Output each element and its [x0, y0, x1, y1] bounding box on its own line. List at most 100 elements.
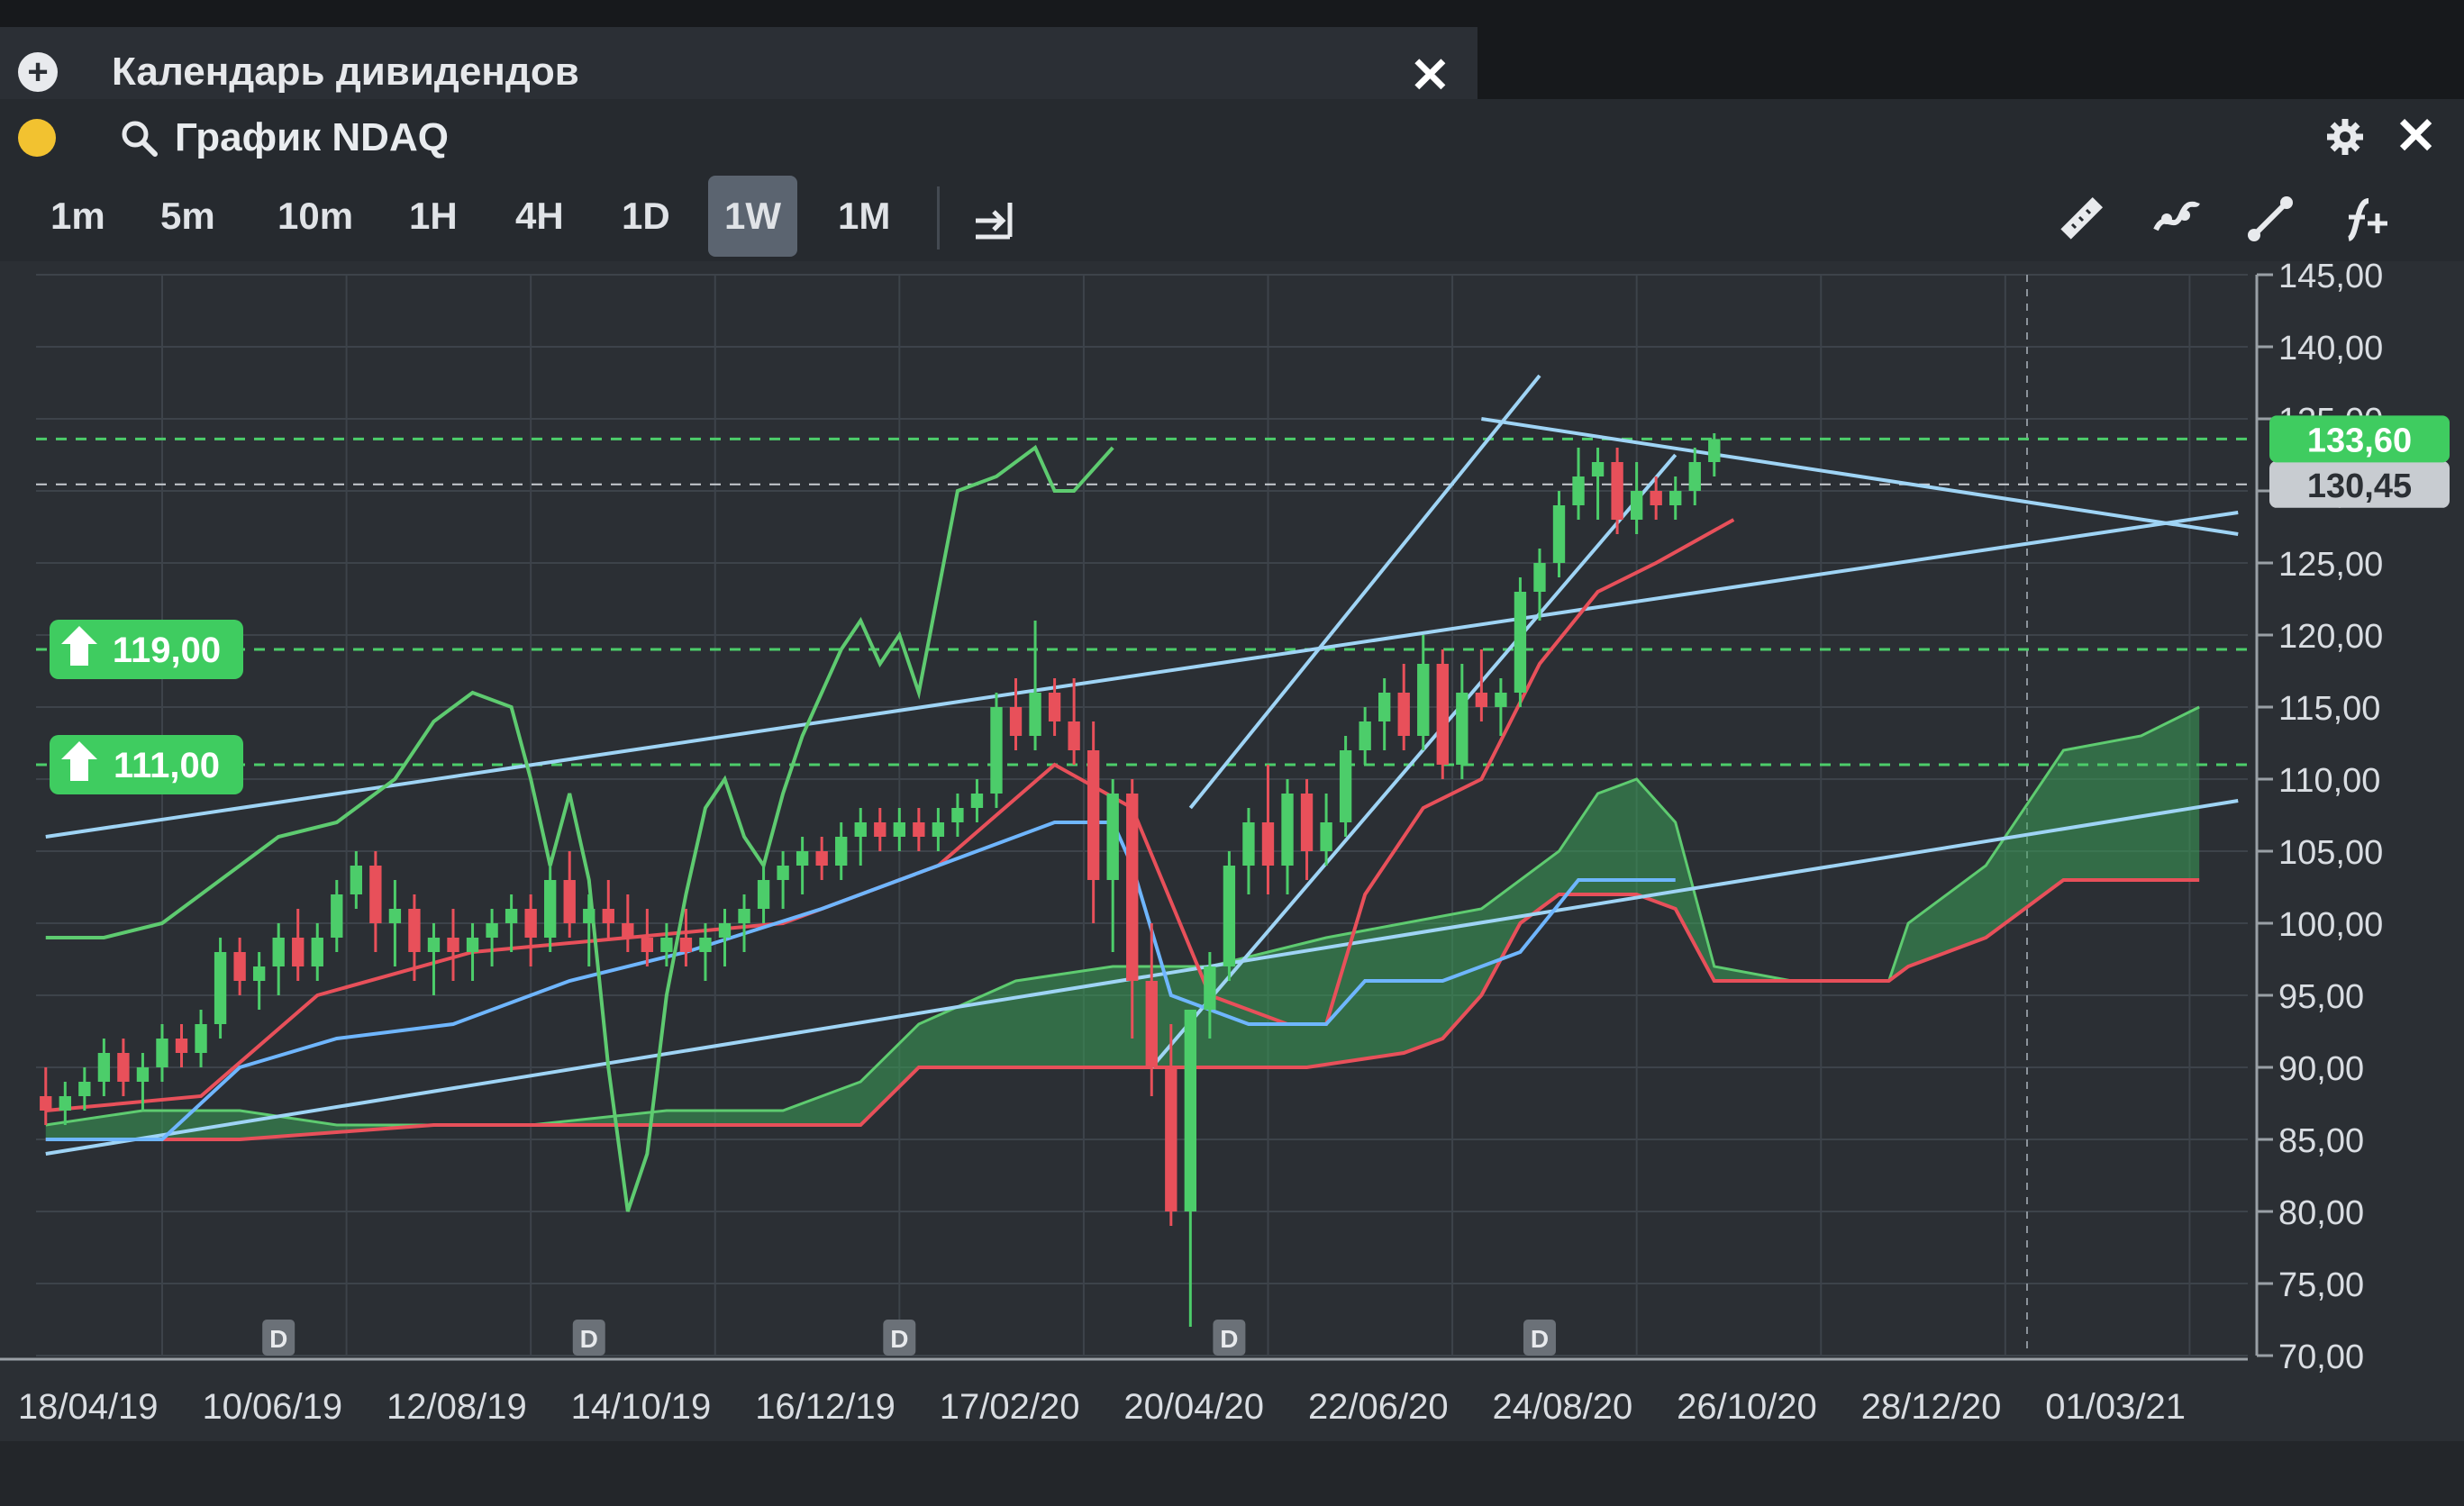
indicator-line [45, 518, 1735, 1112]
y-tick-label: 90,00 [2278, 1050, 2364, 1088]
y-tick-label: 125,00 [2278, 546, 2383, 584]
timeframe-1m[interactable]: 1m [34, 176, 122, 257]
timeframe-1mo[interactable]: 1M [822, 176, 906, 257]
candle-body [660, 938, 673, 952]
candle-body [1591, 462, 1605, 476]
y-tick-label: 80,00 [2278, 1194, 2364, 1232]
candle-body [622, 923, 634, 938]
candle-body [854, 822, 867, 837]
candle-body [1669, 491, 1682, 505]
candle-body [59, 1096, 71, 1111]
candle-body [1281, 794, 1294, 866]
candle-body [583, 909, 596, 923]
price-chart[interactable]: D D D D D 18/04/19 10/06/19 12/08/19 14/10/19 16… [0, 258, 2464, 1441]
timeframe-1w[interactable]: 1W [708, 176, 797, 257]
x-tick-label: 14/10/19 [571, 1387, 712, 1427]
candle-body [1261, 822, 1275, 866]
gear-icon[interactable] [2325, 117, 2365, 157]
candle-body [1165, 1067, 1177, 1211]
close-icon[interactable]: ✕ [2395, 106, 2437, 166]
x-tick-label: 26/10/20 [1677, 1387, 1817, 1427]
widget-header: График NDAQ ✕ [0, 99, 2464, 176]
x-tick-label: 24/08/20 [1493, 1387, 1633, 1427]
candle-body [214, 952, 227, 1024]
candle-body [233, 952, 246, 981]
timeframe-4h[interactable]: 4H [499, 176, 580, 257]
x-tick-label: 28/12/20 [1861, 1387, 2002, 1427]
dividend-marker-label: D [580, 1325, 598, 1353]
candle-body [1242, 822, 1255, 866]
y-tick-label: 115,00 [2278, 690, 2380, 728]
price-tags: 130,45 133,60 119,00 111,00 [50, 415, 2450, 794]
chart-toolbar: 1m 5m 10m 1H 4H 1D 1W 1M [0, 176, 2464, 261]
candle-body [1650, 491, 1662, 505]
timeframe-5m[interactable]: 5m [144, 176, 232, 257]
candle-body [331, 894, 343, 938]
tab-title: Календарь дивидендов [112, 50, 579, 94]
candle-body [1514, 592, 1527, 693]
function-add-icon[interactable] [2338, 192, 2392, 246]
candle-body [78, 1082, 91, 1096]
close-icon[interactable]: ✕ [1410, 47, 1450, 104]
alert-tag-label: 119,00 [113, 631, 221, 670]
x-tick-label: 20/04/20 [1123, 1387, 1264, 1427]
candle-body [1223, 866, 1236, 966]
timeframe-10m[interactable]: 10m [261, 176, 369, 257]
indicators-icon[interactable] [2149, 192, 2203, 246]
candle-body [1495, 693, 1507, 707]
price-levels [36, 437, 2248, 767]
candle-body [1126, 794, 1139, 981]
candle-body [951, 808, 964, 822]
candle-body [388, 909, 402, 923]
timeframe-1d[interactable]: 1D [605, 176, 686, 257]
candle-body [815, 851, 828, 866]
candle-body [40, 1096, 52, 1111]
candle-body [427, 938, 441, 952]
candle-body [544, 880, 557, 938]
y-tick-label: 70,00 [2278, 1338, 2364, 1376]
dividend-marker-label: D [1220, 1325, 1238, 1353]
y-tick-label: 110,00 [2278, 762, 2380, 800]
alert-tag-label: 111,00 [114, 746, 220, 785]
candle-body [835, 837, 848, 866]
trendline-icon[interactable] [2243, 192, 2297, 246]
candle-body [1145, 981, 1158, 1067]
candles [40, 433, 1721, 1327]
candle-body [486, 923, 498, 938]
status-dot [18, 118, 56, 157]
arrow-to-end-icon[interactable] [968, 192, 1023, 246]
candle-body [175, 1039, 188, 1053]
candle-body [97, 1053, 111, 1082]
search-icon[interactable] [119, 118, 159, 158]
candle-body [1397, 693, 1410, 736]
candle-body [1456, 693, 1468, 765]
plus-circle-icon[interactable]: + [18, 52, 58, 92]
candle-body [1359, 721, 1371, 750]
candle-body [738, 909, 750, 923]
ruler-icon[interactable] [2054, 192, 2108, 246]
y-tick-label: 85,00 [2278, 1122, 2364, 1160]
candle-body [1106, 794, 1119, 880]
candle-body [311, 938, 323, 966]
candle-body [1300, 794, 1314, 851]
candle-body [874, 822, 886, 837]
candle-body [350, 866, 363, 894]
x-tick-label: 12/08/19 [386, 1387, 527, 1427]
timeframe-1h[interactable]: 1H [393, 176, 474, 257]
candle-body [369, 866, 382, 923]
x-tick-label: 22/06/20 [1308, 1387, 1449, 1427]
toolbar-separator [937, 186, 940, 249]
x-tick-label: 17/02/20 [940, 1387, 1080, 1427]
candle-body [893, 822, 905, 837]
candle-body [913, 822, 925, 837]
current-price-tag: 133,60 [2307, 422, 2412, 459]
dividend-marker-label: D [890, 1325, 908, 1353]
candle-body [699, 938, 712, 952]
candle-body [641, 938, 654, 952]
chart-area[interactable]: D D D D D 18/04/19 10/06/19 12/08/19 14/10/19 16… [0, 258, 2464, 1506]
candle-body [1378, 693, 1391, 721]
candle-body [195, 1024, 207, 1053]
candle-body [252, 966, 266, 981]
candle-body [970, 794, 984, 808]
y-tick-label: 120,00 [2278, 618, 2383, 656]
